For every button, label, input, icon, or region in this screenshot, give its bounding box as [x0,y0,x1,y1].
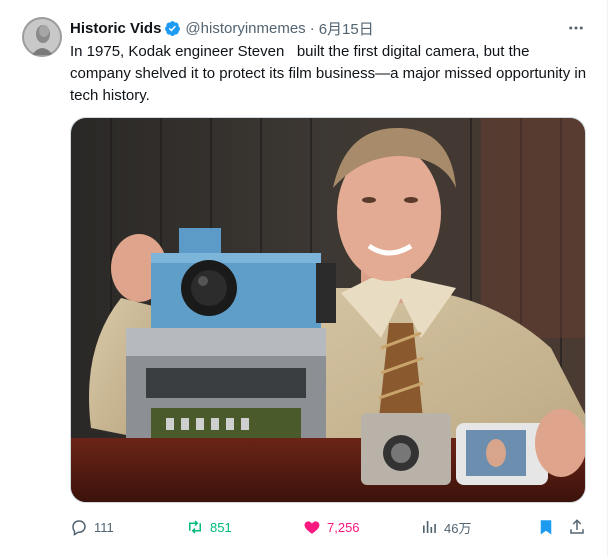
tweet-text: In 1975, Kodak engineer Steven built the… [70,43,591,104]
photo-man-with-first-digital-camera [71,118,585,502]
like-count: 7,256 [327,519,360,535]
tweet-card[interactable]: Historic Vids @historyinmemes · 6月15日 In… [0,0,608,557]
avatar[interactable] [22,17,62,57]
share-button[interactable] [568,513,592,541]
bookmark-icon [540,520,552,535]
author-name[interactable]: Historic Vids [70,20,161,37]
views-button[interactable]: 46万 [420,513,471,541]
like-icon [304,521,320,534]
tweet-actions: 111 851 7,256 46万 [70,513,590,541]
separator-dot: · [309,19,315,37]
like-button[interactable]: 7,256 [303,513,360,541]
more-options-icon[interactable] [565,18,587,38]
avatar-portrait-image [22,17,62,57]
retweet-count: 851 [210,519,232,535]
verified-badge-icon [164,20,181,37]
views-count: 46万 [444,520,472,536]
author-handle[interactable]: @historyinmemes [185,20,305,37]
reply-count: 111 [94,519,114,535]
retweet-button[interactable]: 851 [186,513,232,541]
reply-button[interactable]: 111 [70,513,114,541]
tweet-header: Historic Vids @historyinmemes · 6月15日 [70,17,590,39]
reply-icon [72,520,86,536]
share-icon [570,519,584,534]
retweet-icon [189,520,201,534]
tweet-photo[interactable] [70,117,586,503]
tweet-date[interactable]: 6月15日 [319,18,374,39]
views-icon [423,521,436,533]
bookmark-button[interactable] [537,513,561,541]
